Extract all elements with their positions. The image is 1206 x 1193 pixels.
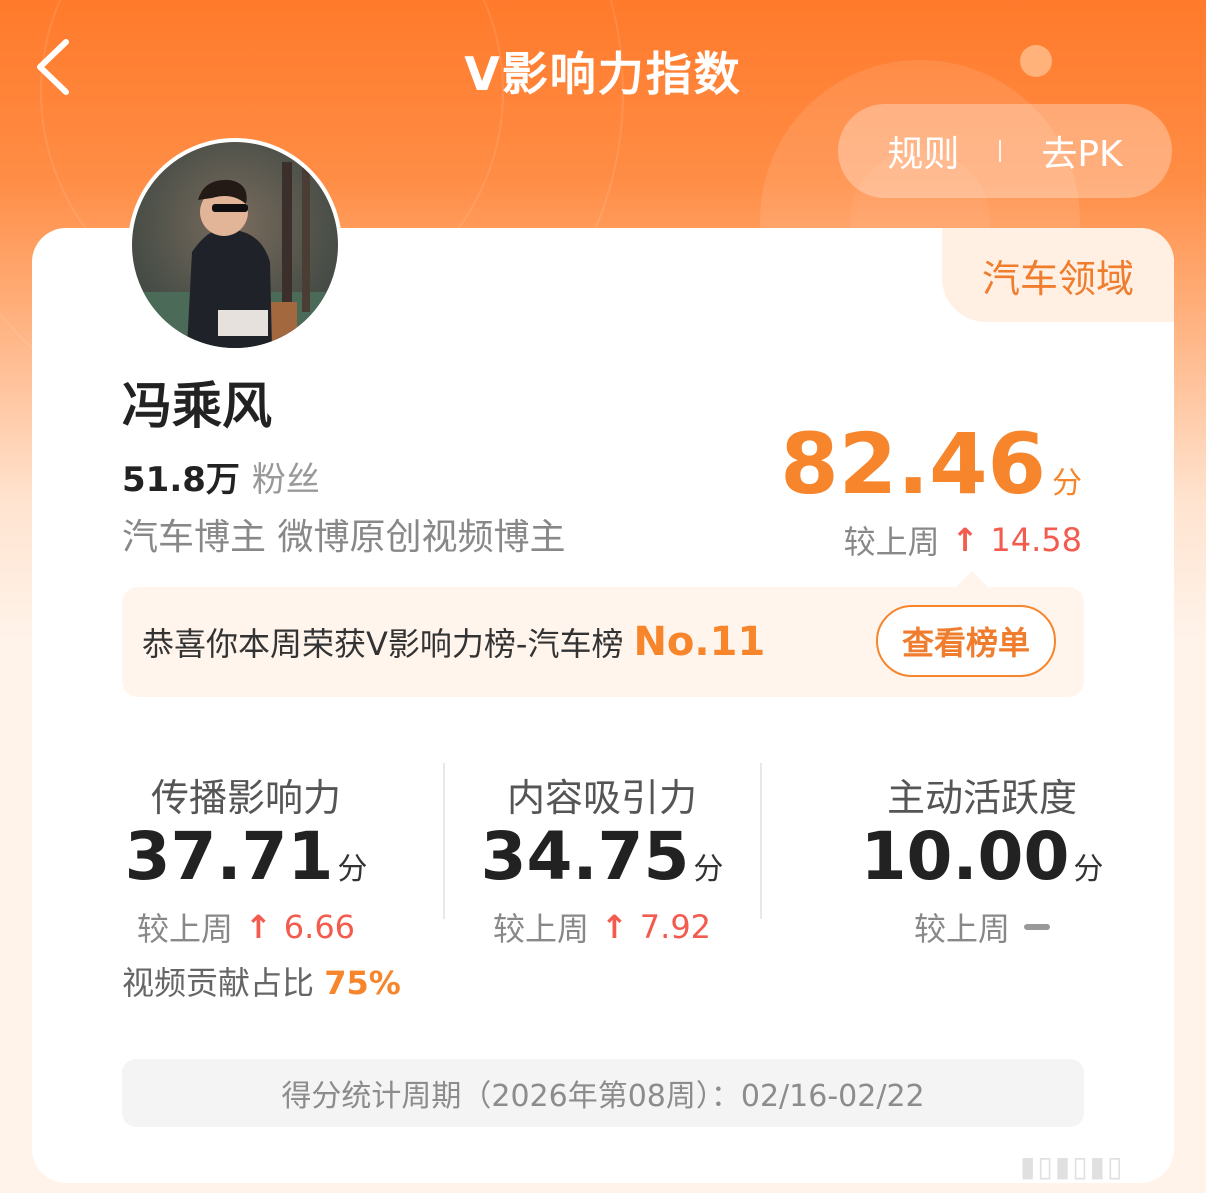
up-arrow-icon: ↑ — [951, 521, 979, 559]
metric-score-value: 37.71 — [124, 818, 334, 895]
metric-change: 较上周 ↑ 6.66 — [86, 904, 406, 950]
metric-score: 37.71 分 — [86, 818, 406, 895]
video-ratio-value: 75% — [324, 964, 401, 1002]
banner-text: 恭喜你本周荣获V影响力榜-汽车榜 — [142, 625, 624, 663]
up-arrow-icon: ↑ — [600, 908, 628, 946]
total-change-value: 14.58 — [990, 521, 1082, 559]
week-compare-label: 较上周 — [843, 523, 940, 561]
metric-unit: 分 — [693, 852, 724, 887]
metric-change-value: 6.66 — [283, 908, 356, 946]
video-ratio-label: 视频贡献占比 — [122, 964, 315, 1002]
score-unit: 分 — [1052, 466, 1082, 501]
metric-change-value: 7.92 — [639, 908, 712, 946]
total-score: 82.46 分 — [780, 415, 1082, 513]
metric-score: 34.75 分 — [442, 818, 762, 895]
metric-change-label: 较上周 — [492, 910, 589, 948]
banner-rank: No.11 — [633, 619, 766, 665]
avatar-image — [132, 152, 338, 348]
fans-count: 51.8万 — [122, 460, 240, 500]
user-tags: 汽车博主 微博原创视频博主 — [122, 517, 566, 558]
score-period: 得分统计周期（2026年第08周）：02/16-02/22 — [122, 1059, 1084, 1127]
view-ranking-button[interactable]: 查看榜单 — [876, 605, 1056, 677]
user-name: 冯乘风 — [122, 377, 272, 435]
domain-tag: 汽车领域 — [942, 228, 1174, 322]
total-score-value: 82.46 — [780, 415, 1046, 513]
metric-score: 10.00 分 — [822, 818, 1142, 895]
no-change-dash-icon — [1024, 924, 1050, 930]
video-ratio: 视频贡献占比 75% — [122, 958, 401, 1004]
rules-link[interactable]: 规则 — [887, 125, 959, 177]
up-arrow-icon: ↑ — [244, 908, 272, 946]
metric-unit: 分 — [1073, 852, 1104, 887]
metric-name: 主动活跃度 — [886, 776, 1077, 820]
pk-link[interactable]: 去PK — [1041, 125, 1122, 177]
metric-score-value: 10.00 — [860, 818, 1070, 895]
metric-score-value: 34.75 — [480, 818, 690, 895]
banner-text-row: 恭喜你本周荣获V影响力榜-汽车榜 No.11 — [142, 619, 765, 665]
metric-name: 传播影响力 — [150, 776, 341, 820]
fans-label: 粉丝 — [251, 460, 320, 500]
fans-info: 51.8万 粉丝 — [122, 452, 320, 501]
avatar[interactable] — [128, 138, 342, 352]
header-actions: 规则 去PK — [838, 104, 1172, 198]
metric-name: 内容吸引力 — [506, 776, 697, 820]
metric-change-label: 较上周 — [913, 910, 1010, 948]
metric-unit: 分 — [337, 852, 368, 887]
metric-divider — [760, 763, 762, 919]
decorative-dot — [1020, 45, 1052, 77]
watermark: ▮▯▮▯▮▯ — [1020, 1150, 1125, 1183]
metric-change: 较上周 — [822, 904, 1142, 950]
metric-change: 较上周 ↑ 7.92 — [442, 904, 762, 950]
separator — [999, 140, 1002, 162]
total-change: 较上周 ↑ 14.58 — [844, 517, 1082, 563]
metric-change-label: 较上周 — [136, 910, 233, 948]
